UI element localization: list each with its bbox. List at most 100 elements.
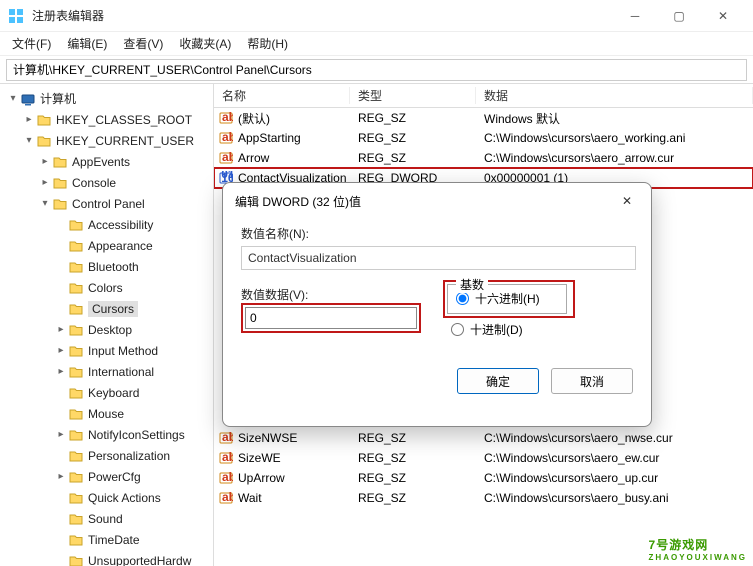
value-row[interactable]: SizeNWSE REG_SZC:\Windows\cursors\aero_nw… (214, 428, 753, 448)
tree-root[interactable]: 计算机 (40, 90, 76, 107)
tree-pane[interactable]: ▾计算机 ▸HKEY_CLASSES_ROOT ▾HKEY_CURRENT_US… (0, 84, 214, 566)
radio-dec[interactable] (451, 323, 464, 336)
value-type: REG_SZ (350, 451, 476, 465)
menu-edit[interactable]: 编辑(E) (59, 33, 115, 54)
value-type: REG_SZ (350, 431, 476, 445)
base-highlight: 基数 十六进制(H) (443, 280, 575, 318)
menu-file[interactable]: 文件(F) (4, 33, 59, 54)
folder-icon (68, 491, 84, 505)
value-row[interactable]: AppStarting REG_SZC:\Windows\cursors\aero… (214, 128, 753, 148)
value-data: C:\Windows\cursors\aero_arrow.cur (476, 151, 753, 165)
value-name: (默认) (238, 110, 270, 127)
maximize-button[interactable]: ▢ (657, 0, 701, 32)
ok-button[interactable]: 确定 (457, 368, 539, 394)
tree-appevents[interactable]: AppEvents (72, 155, 130, 169)
value-data: Windows 默认 (476, 110, 753, 127)
tree-keyboard[interactable]: Keyboard (88, 386, 139, 400)
folder-icon (68, 218, 84, 232)
edit-dword-dialog: 编辑 DWORD (32 位)值 ✕ 数值名称(N): ContactVisua… (222, 182, 652, 427)
folder-icon (36, 113, 52, 127)
folder-icon (68, 512, 84, 526)
value-row[interactable]: UpArrowREG_SZC:\Windows\cursors\aero_up.… (214, 468, 753, 488)
menu-view[interactable]: 查看(V) (115, 33, 171, 54)
computer-icon (20, 92, 36, 106)
value-data: C:\Windows\cursors\aero_nwse.cur (476, 431, 753, 445)
radio-dec-label: 十进制(D) (470, 321, 523, 338)
col-type[interactable]: 类型 (350, 87, 476, 104)
address-bar (0, 56, 753, 84)
menu-bar: 文件(F) 编辑(E) 查看(V) 收藏夹(A) 帮助(H) (0, 32, 753, 56)
value-type: REG_SZ (350, 471, 476, 485)
string-value-icon (218, 491, 234, 505)
tree-mouse[interactable]: Mouse (88, 407, 124, 421)
radio-hex[interactable] (456, 292, 469, 305)
dialog-title: 编辑 DWORD (32 位)值 (223, 183, 651, 219)
menu-favorites[interactable]: 收藏夹(A) (171, 33, 239, 54)
string-value-icon (218, 431, 234, 445)
cancel-button[interactable]: 取消 (551, 368, 633, 394)
string-value-icon (218, 471, 234, 485)
string-value-icon (218, 111, 234, 125)
tree-sound[interactable]: Sound (88, 512, 123, 526)
column-headers[interactable]: 名称 类型 数据 (214, 84, 753, 108)
tree-powercfg[interactable]: PowerCfg (88, 470, 141, 484)
tree-timedate[interactable]: TimeDate (88, 533, 140, 547)
dialog-close-button[interactable]: ✕ (611, 189, 643, 213)
folder-icon (68, 428, 84, 442)
value-row[interactable]: WaitREG_SZC:\Windows\cursors\aero_busy.a… (214, 488, 753, 508)
value-type: REG_SZ (350, 131, 476, 145)
tree-hkcr[interactable]: HKEY_CLASSES_ROOT (56, 113, 192, 127)
tree-hkcu[interactable]: HKEY_CURRENT_USER (56, 134, 194, 148)
tree-quickactions[interactable]: Quick Actions (88, 491, 161, 505)
folder-icon (68, 344, 84, 358)
value-row[interactable]: SizeWEREG_SZC:\Windows\cursors\aero_ew.c… (214, 448, 753, 468)
value-data: C:\Windows\cursors\aero_up.cur (476, 471, 753, 485)
string-value-icon (218, 131, 234, 145)
close-button[interactable]: ✕ (701, 0, 745, 32)
address-input[interactable] (6, 59, 747, 81)
tree-colors[interactable]: Colors (88, 281, 123, 295)
tree-international[interactable]: International (88, 365, 154, 379)
value-data: C:\Windows\cursors\aero_working.ani (476, 131, 753, 145)
value-row[interactable]: (默认) REG_SZWindows 默认 (214, 108, 753, 128)
string-value-icon (218, 451, 234, 465)
tree-appearance[interactable]: Appearance (88, 239, 153, 253)
folder-icon (52, 155, 68, 169)
tree-personalization[interactable]: Personalization (88, 449, 170, 463)
col-data[interactable]: 数据 (476, 87, 753, 104)
value-data: C:\Windows\cursors\aero_ew.cur (476, 451, 753, 465)
value-data-input[interactable] (245, 307, 417, 329)
folder-icon (68, 302, 84, 316)
tree-notifyicon[interactable]: NotifyIconSettings (88, 428, 185, 442)
folder-icon (68, 239, 84, 253)
tree-inputmethod[interactable]: Input Method (88, 344, 158, 358)
value-data-label: 数值数据(V): (241, 286, 421, 303)
folder-icon (68, 554, 84, 566)
col-name[interactable]: 名称 (214, 87, 350, 104)
value-name-field[interactable]: ContactVisualization (241, 246, 636, 270)
value-name: AppStarting (238, 131, 301, 145)
base-legend: 基数 (456, 276, 488, 293)
folder-icon (36, 134, 52, 148)
value-name: Arrow (238, 151, 269, 165)
value-name: SizeNWSE (238, 431, 297, 445)
minimize-button[interactable]: ─ (613, 0, 657, 32)
tree-console[interactable]: Console (72, 176, 116, 190)
value-type: REG_SZ (350, 111, 476, 125)
menu-help[interactable]: 帮助(H) (239, 33, 296, 54)
folder-icon (68, 470, 84, 484)
folder-icon (68, 449, 84, 463)
title-bar: 注册表编辑器 ─ ▢ ✕ (0, 0, 753, 32)
tree-desktop[interactable]: Desktop (88, 323, 132, 337)
value-data-highlight (241, 303, 421, 333)
tree-cursors[interactable]: Cursors (88, 301, 138, 317)
value-row[interactable]: Arrow REG_SZC:\Windows\cursors\aero_arrow… (214, 148, 753, 168)
tree-unsupported[interactable]: UnsupportedHardw (88, 554, 191, 566)
tree-controlpanel[interactable]: Control Panel (72, 197, 145, 211)
value-data: C:\Windows\cursors\aero_busy.ani (476, 491, 753, 505)
folder-icon (68, 533, 84, 547)
value-type: REG_SZ (350, 151, 476, 165)
app-icon (8, 8, 24, 24)
tree-accessibility[interactable]: Accessibility (88, 218, 153, 232)
tree-bluetooth[interactable]: Bluetooth (88, 260, 139, 274)
